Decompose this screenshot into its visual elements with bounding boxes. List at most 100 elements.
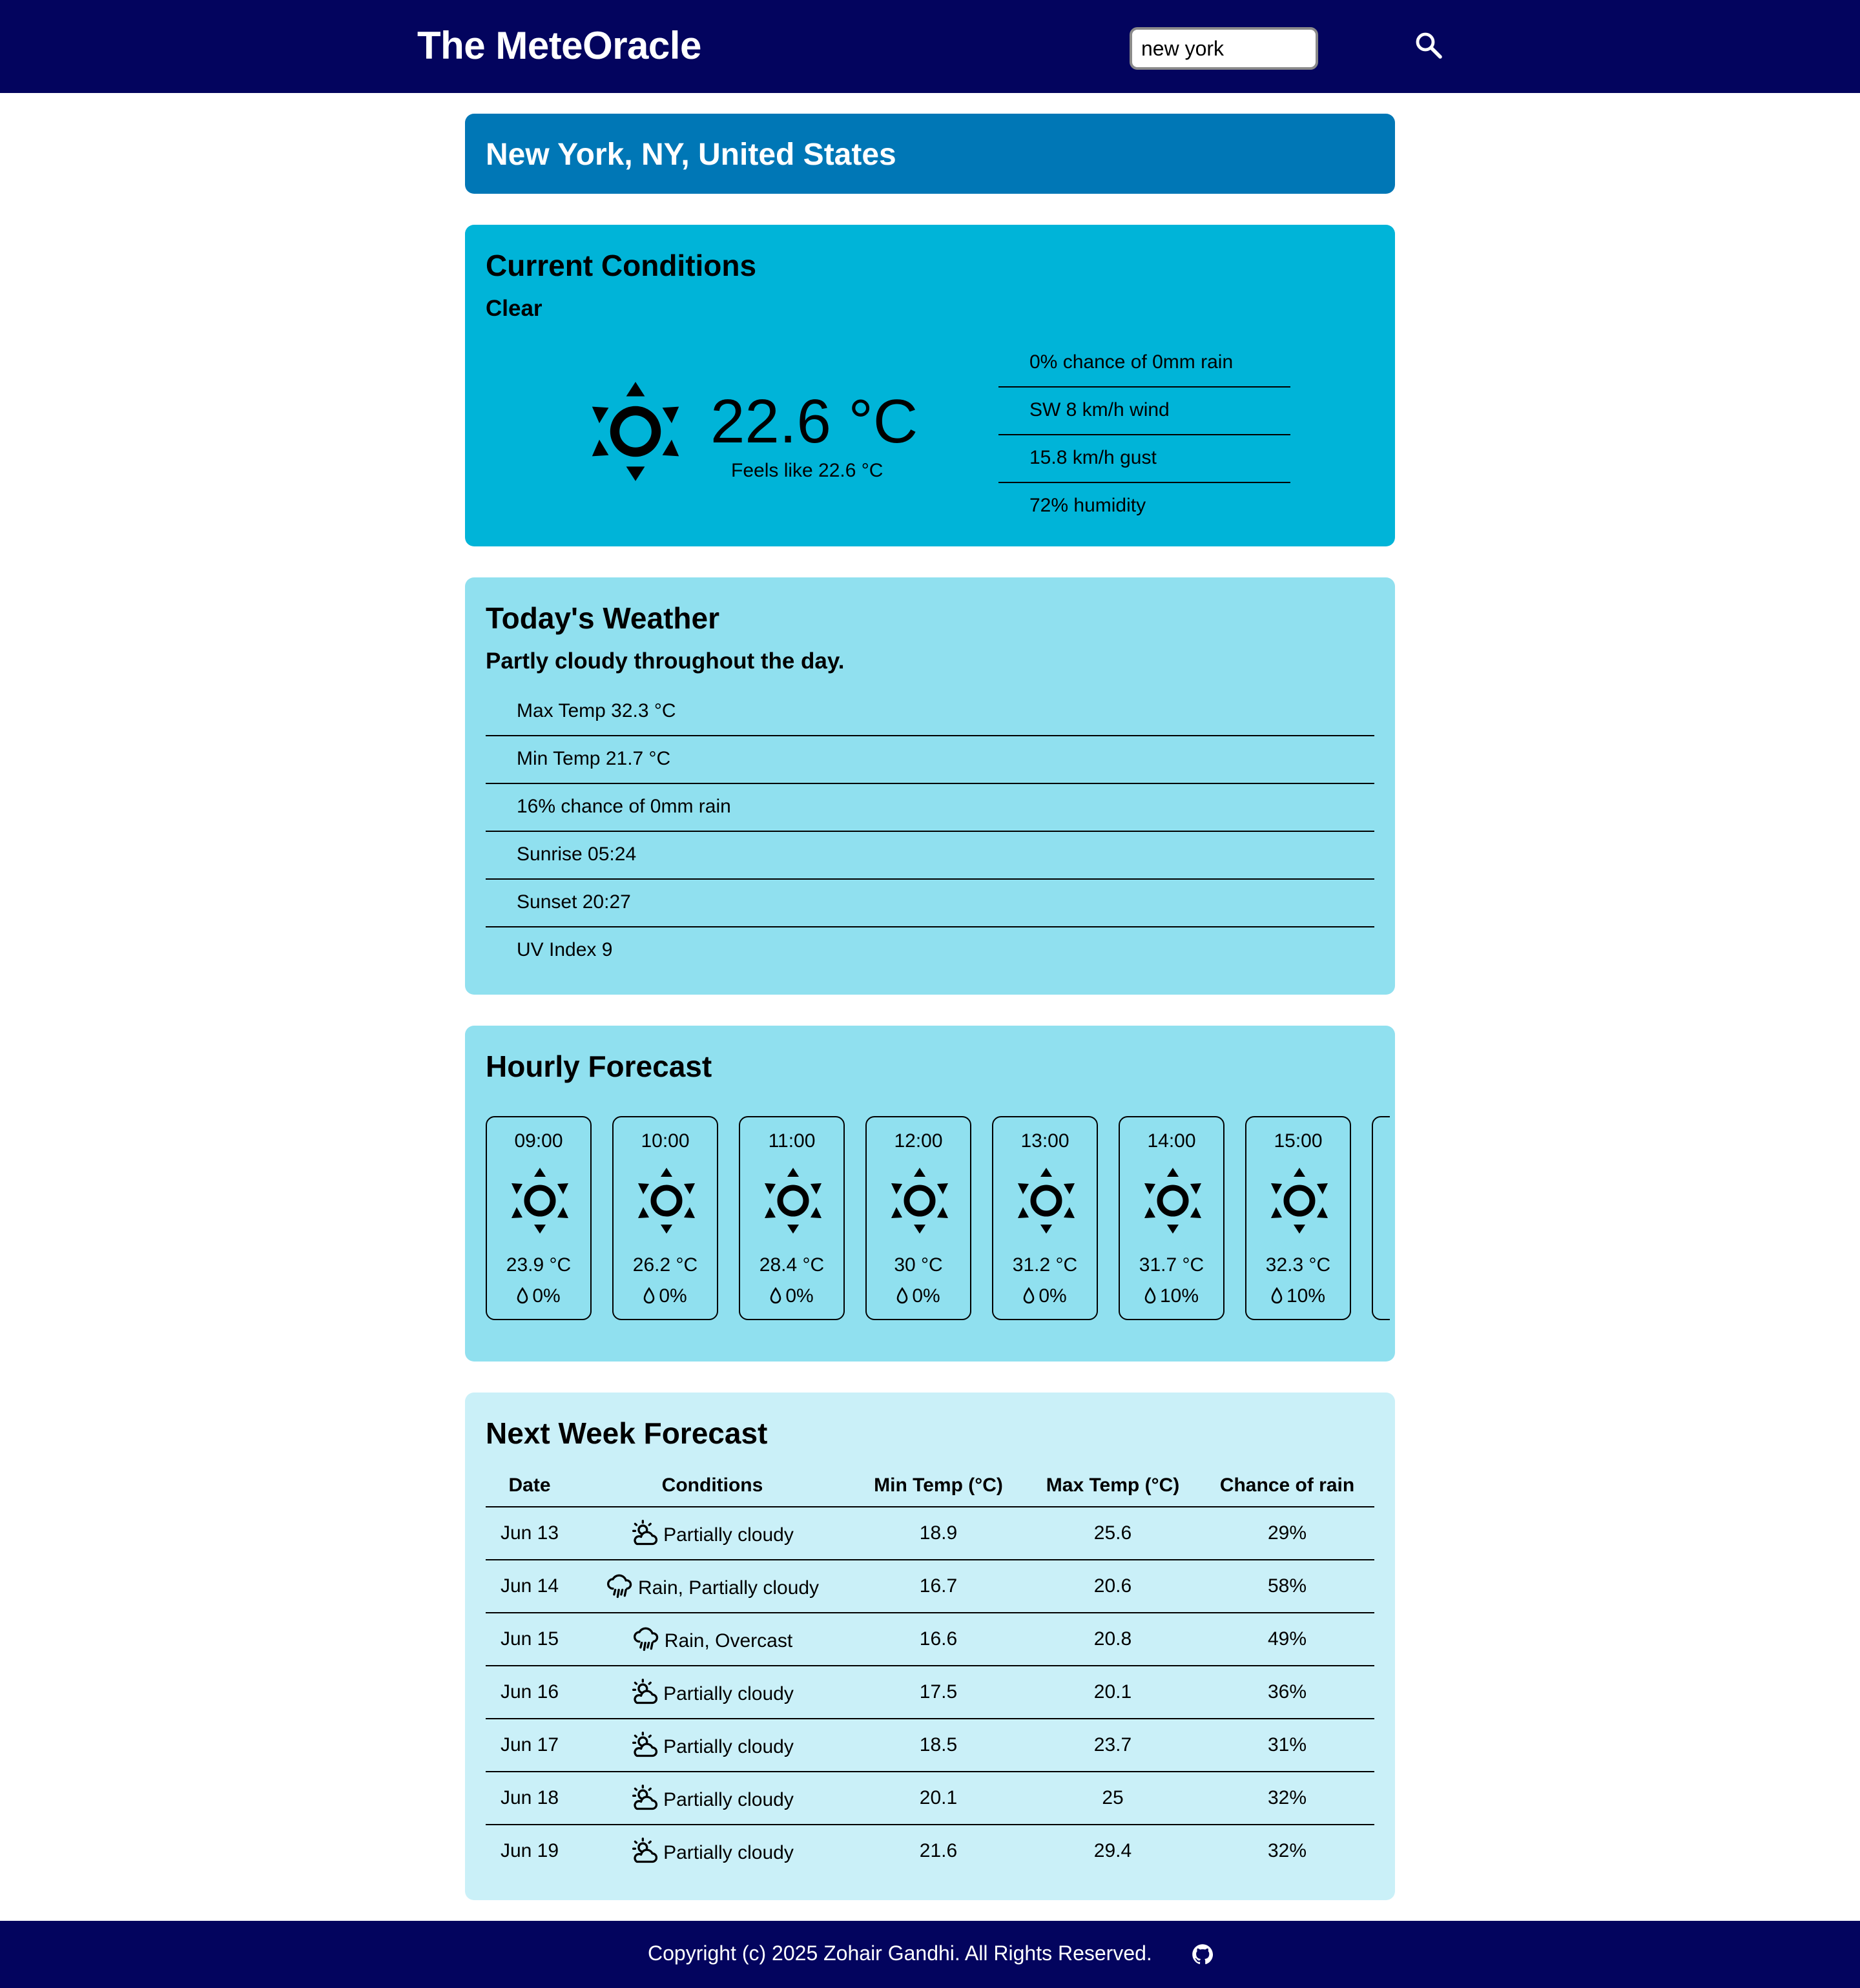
rain-icon xyxy=(633,1627,658,1651)
list-item: SW 8 km/h wind xyxy=(998,388,1290,435)
hour-rain-value: 0% xyxy=(785,1285,814,1307)
todays-weather-title: Today's Weather xyxy=(486,601,720,635)
hour-time: 12:00 xyxy=(894,1130,943,1152)
table-row: Jun 15 Rain, Overcast 16.6 20.8 49% xyxy=(486,1613,1374,1666)
current-condition-text: Clear xyxy=(486,296,542,321)
hour-temperature: 31.7 °C xyxy=(1139,1254,1204,1276)
today-summary: Partly cloudy throughout the day. xyxy=(486,648,845,674)
current-details-list: 0% chance of 0mm rain SW 8 km/h wind 15.… xyxy=(998,340,1290,531)
row-min-temp: 21.6 xyxy=(919,1840,958,1861)
table-row: Jun 17 Partially cloudy 18.5 23.7 31% xyxy=(486,1719,1374,1772)
hour-time: 15:00 xyxy=(1274,1130,1323,1152)
row-conditions: Partially cloudy xyxy=(574,1825,851,1877)
rain-icon xyxy=(607,1574,632,1599)
feels-like: Feels like 22.6 °C xyxy=(731,460,884,481)
row-min-temp: 18.9 xyxy=(851,1507,1026,1560)
today-details-list: Max Temp 32.3 °C Min Temp 21.7 °C 16% ch… xyxy=(486,689,1374,975)
row-max-temp: 23.7 xyxy=(1026,1719,1200,1772)
hour-temperature: 26.2 °C xyxy=(632,1254,698,1276)
row-conditions-text: Partially cloudy xyxy=(663,1736,794,1757)
row-conditions: Rain, Partially cloudy xyxy=(574,1560,851,1613)
hour-card: 12:00 30 °C 0% xyxy=(865,1116,971,1320)
week-forecast-title: Next Week Forecast xyxy=(486,1416,768,1450)
current-conditions-title: Current Conditions xyxy=(486,249,757,282)
hour-rain-value: 0% xyxy=(532,1285,561,1307)
row-date: Jun 15 xyxy=(486,1613,574,1666)
todays-weather-card: Today's Weather Partly cloudy throughout… xyxy=(465,577,1395,995)
partly-cloudy-icon xyxy=(632,1785,658,1810)
sun-icon xyxy=(512,1168,568,1234)
row-conditions-text: Partially cloudy xyxy=(663,1524,794,1546)
hour-temperature: 23.9 °C xyxy=(506,1254,572,1276)
partly-cloudy-icon xyxy=(632,1732,658,1757)
hourly-forecast-card: Hourly Forecast 09:00 23.9 °C 0% 10:00 26.2 … xyxy=(465,1026,1395,1362)
row-rain-chance: 58% xyxy=(1200,1560,1374,1613)
sun-icon xyxy=(891,1168,948,1234)
list-item: 72% humidity xyxy=(1029,495,1146,516)
table-row: Jun 14 Rain, Partially cloudy 16.7 20.6 58% xyxy=(486,1560,1374,1613)
week-forecast-card: Next Week Forecast Date Conditions Min T… xyxy=(465,1393,1395,1900)
row-max-temp: 20.8 xyxy=(1026,1613,1200,1666)
row-conditions-text: Partially cloudy xyxy=(663,1683,794,1704)
row-date: Jun 18 xyxy=(486,1772,574,1825)
hour-rain-value: 10% xyxy=(1286,1285,1326,1307)
column-header-min-temp: Min Temp (°C) xyxy=(851,1465,1026,1507)
header: The MeteOracle xyxy=(0,0,1860,93)
hour-rain-chance: 0% xyxy=(993,1285,1097,1307)
sun-icon xyxy=(638,1168,695,1234)
table-header-row: Date Conditions Min Temp (°C) Max Temp (… xyxy=(486,1465,1374,1507)
row-conditions-text: Rain, Partially cloudy xyxy=(637,1577,820,1599)
list-item: Sunset 20:27 xyxy=(486,880,1374,927)
partly-cloudy-icon xyxy=(632,1838,658,1863)
table-row: Jun 16 Partially cloudy 17.5 20.1 36% xyxy=(486,1666,1374,1719)
row-max-temp: 29.4 xyxy=(1093,1840,1132,1861)
hour-card: 09:00 23.9 °C 0% xyxy=(486,1116,592,1320)
hour-rain-value: 0% xyxy=(659,1285,687,1307)
hourly-scroll-row[interactable]: 09:00 23.9 °C 0% 10:00 26.2 °C 0% 11:00 28.4 °C… xyxy=(486,1116,1390,1323)
raindrop-icon xyxy=(1271,1287,1283,1304)
current-conditions-card: Current Conditions Clear 22.6 °C Feels l… xyxy=(465,225,1395,546)
list-item: 0% chance of 0mm rain xyxy=(998,340,1290,388)
hour-card: 13:00 31.2 °C 0% xyxy=(992,1116,1098,1320)
github-icon[interactable] xyxy=(1191,1943,1214,1966)
search-icon[interactable] xyxy=(1413,30,1444,61)
column-header-conditions: Conditions xyxy=(574,1465,851,1507)
row-min-temp: 17.5 xyxy=(851,1666,1026,1719)
column-header-date: Date xyxy=(486,1465,574,1507)
raindrop-icon xyxy=(770,1287,781,1304)
partly-cloudy-icon xyxy=(632,1520,658,1546)
hour-time: 11:00 xyxy=(768,1130,816,1152)
row-max-temp: 20.6 xyxy=(1026,1560,1200,1613)
search-input[interactable] xyxy=(1130,27,1318,70)
row-rain-chance: 36% xyxy=(1200,1666,1374,1719)
sun-icon xyxy=(1018,1168,1075,1234)
site-title[interactable]: The MeteOracle xyxy=(417,23,701,68)
location-name: New York, NY, United States xyxy=(486,138,896,172)
hour-rain-chance: 0% xyxy=(487,1285,590,1307)
sun-icon xyxy=(592,382,679,481)
raindrop-icon xyxy=(1144,1287,1156,1304)
row-rain-chance: 32% xyxy=(1267,1840,1307,1861)
hour-rain-value: 10% xyxy=(1159,1285,1199,1307)
hour-time: 13:00 xyxy=(1020,1130,1070,1152)
list-item: UV Index 9 xyxy=(517,939,613,960)
row-conditions: Partially cloudy xyxy=(574,1719,851,1772)
row-rain-chance: 31% xyxy=(1200,1719,1374,1772)
row-min-temp: 16.7 xyxy=(851,1560,1026,1613)
row-conditions-text: Rain, Overcast xyxy=(664,1630,793,1651)
column-header-max-temp: Max Temp (°C) xyxy=(1026,1465,1200,1507)
hour-rain-chance: 0% xyxy=(740,1285,843,1307)
raindrop-icon xyxy=(897,1287,908,1304)
row-min-temp: 18.5 xyxy=(851,1719,1026,1772)
hour-card: 11:00 28.4 °C 0% xyxy=(739,1116,845,1320)
hour-time: 14:00 xyxy=(1147,1130,1196,1152)
hour-rain-value: 0% xyxy=(912,1285,940,1307)
row-max-temp: 25.6 xyxy=(1026,1507,1200,1560)
hour-card: 14:00 31.7 °C 10% xyxy=(1119,1116,1224,1320)
hour-temperature: 31.2 °C xyxy=(1012,1254,1078,1276)
partly-cloudy-icon xyxy=(632,1679,658,1704)
row-rain-chance: 49% xyxy=(1200,1613,1374,1666)
row-date: Jun 16 xyxy=(486,1666,574,1719)
week-forecast-table: Date Conditions Min Temp (°C) Max Temp (… xyxy=(486,1465,1374,1877)
row-date: Jun 17 xyxy=(486,1719,574,1772)
